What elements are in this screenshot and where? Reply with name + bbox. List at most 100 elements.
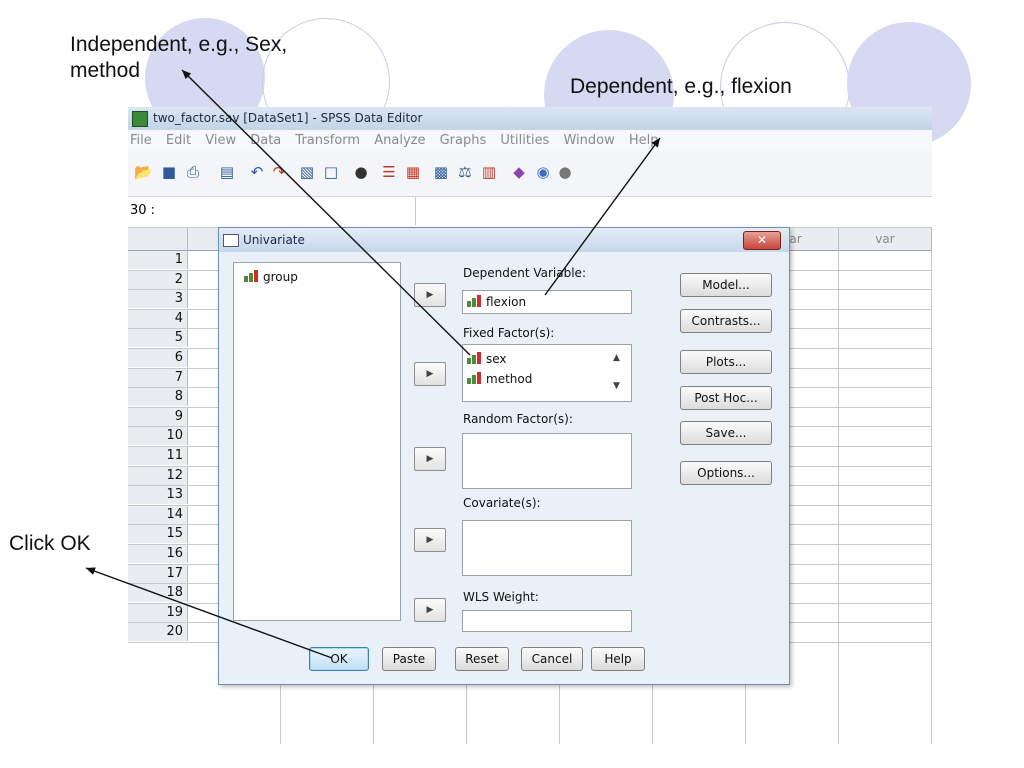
annotation-independent-line1: Independent, e.g., Sex, bbox=[70, 33, 288, 56]
dependent-variable-field[interactable]: flexion bbox=[462, 290, 632, 314]
nominal-variable-icon bbox=[467, 352, 483, 364]
show-all-icon[interactable]: ● bbox=[556, 163, 574, 181]
menu-data[interactable]: Data bbox=[250, 130, 281, 151]
row-number[interactable]: 14 bbox=[128, 505, 188, 524]
open-folder-icon[interactable]: 📂 bbox=[134, 163, 153, 181]
split-file-icon[interactable]: ▩ bbox=[432, 163, 450, 181]
row-number[interactable]: 18 bbox=[128, 584, 188, 603]
menu-transform[interactable]: Transform bbox=[295, 130, 360, 151]
window-titlebar: two_factor.sav [DataSet1] - SPSS Data Ed… bbox=[128, 107, 932, 130]
fixed-factors-list[interactable]: sex method ▲ ▼ bbox=[462, 344, 632, 402]
toolbar: 📂 ■ ⎙ ▤ ↶ ↷ ▧ □ ● ☰ ▦ ▩ ⚖ ▥ ◆ ◉ ● bbox=[128, 151, 932, 197]
plots-button[interactable]: Plots... bbox=[680, 350, 772, 374]
help-button[interactable]: Help bbox=[591, 647, 645, 671]
fixed-factor-item-method[interactable]: method bbox=[467, 371, 532, 387]
source-variable-list[interactable]: group bbox=[233, 262, 401, 621]
dialog-close-button[interactable]: ✕ bbox=[743, 231, 781, 250]
dialog-titlebar: Univariate ✕ bbox=[219, 228, 789, 252]
weight-cases-icon[interactable]: ⚖ bbox=[456, 163, 474, 181]
paste-button[interactable]: Paste bbox=[382, 647, 436, 671]
fixed-factors-label: Fixed Factor(s): bbox=[463, 326, 555, 340]
row-number[interactable]: 12 bbox=[128, 466, 188, 485]
menu-graphs[interactable]: Graphs bbox=[440, 130, 487, 151]
fixed-factor-item-sex[interactable]: sex bbox=[467, 351, 507, 367]
col-header-var[interactable]: var bbox=[839, 228, 932, 251]
value-labels-icon[interactable]: ◆ bbox=[510, 163, 528, 181]
dependent-variable-item[interactable]: flexion bbox=[467, 294, 526, 310]
menu-file[interactable]: File bbox=[130, 130, 152, 151]
goto-case-icon[interactable]: ▧ bbox=[298, 163, 316, 181]
menu-analyze[interactable]: Analyze bbox=[374, 130, 425, 151]
row-number[interactable]: 6 bbox=[128, 349, 188, 367]
row-number[interactable]: 13 bbox=[128, 486, 188, 505]
move-to-covariate-button[interactable]: ▶ bbox=[414, 528, 446, 552]
select-cases-icon[interactable]: ▥ bbox=[480, 163, 498, 181]
variable-item-group[interactable]: group bbox=[244, 269, 298, 285]
row-number[interactable]: 20 bbox=[128, 623, 188, 642]
covariates-list[interactable] bbox=[462, 520, 632, 576]
variables-icon[interactable]: □ bbox=[322, 163, 340, 181]
save-button[interactable]: Save... bbox=[680, 421, 772, 445]
row-number[interactable]: 10 bbox=[128, 427, 188, 446]
model-button[interactable]: Model... bbox=[680, 273, 772, 297]
post-hoc-button[interactable]: Post Hoc... bbox=[680, 386, 772, 410]
row-number[interactable]: 1 bbox=[128, 251, 188, 269]
annotation-dependent: Dependent, e.g., flexion bbox=[570, 75, 792, 98]
undo-icon[interactable]: ↶ bbox=[248, 163, 266, 181]
move-to-fixed-button[interactable]: ▶ bbox=[414, 362, 446, 386]
row-number[interactable]: 19 bbox=[128, 603, 188, 622]
col-divider bbox=[931, 250, 932, 744]
row-number[interactable]: 4 bbox=[128, 309, 188, 328]
row-number[interactable]: 17 bbox=[128, 564, 188, 583]
redo-icon[interactable]: ↷ bbox=[270, 163, 288, 181]
options-button[interactable]: Options... bbox=[680, 461, 772, 485]
random-factors-list[interactable] bbox=[462, 433, 632, 489]
row-number[interactable]: 15 bbox=[128, 525, 188, 544]
cancel-button[interactable]: Cancel bbox=[521, 647, 583, 671]
move-to-random-button[interactable]: ▶ bbox=[414, 447, 446, 471]
scroll-down-icon[interactable]: ▼ bbox=[613, 381, 620, 391]
nominal-variable-icon bbox=[244, 270, 260, 282]
fixed-factor-name: sex bbox=[486, 352, 507, 366]
univariate-dialog: Univariate ✕ group ▶ ▶ ▶ ▶ ▶ Dependent V… bbox=[218, 227, 790, 685]
wls-weight-field[interactable] bbox=[462, 610, 632, 632]
use-sets-icon[interactable]: ◉ bbox=[534, 163, 552, 181]
row-number[interactable]: 7 bbox=[128, 368, 188, 387]
covariates-label: Covariate(s): bbox=[463, 496, 541, 510]
menu-help[interactable]: Help bbox=[629, 130, 659, 151]
dialog-recall-icon[interactable]: ▤ bbox=[218, 163, 236, 181]
row-number[interactable]: 8 bbox=[128, 388, 188, 407]
row-number[interactable]: 11 bbox=[128, 447, 188, 465]
move-to-dependent-button[interactable]: ▶ bbox=[414, 283, 446, 307]
row-number[interactable]: 3 bbox=[128, 290, 188, 309]
menubar: File Edit View Data Transform Analyze Gr… bbox=[128, 130, 932, 151]
menu-view[interactable]: View bbox=[205, 130, 236, 151]
row-number[interactable]: 2 bbox=[128, 270, 188, 289]
ok-button[interactable]: OK bbox=[309, 647, 369, 671]
print-icon[interactable]: ⎙ bbox=[184, 163, 202, 181]
save-icon[interactable]: ■ bbox=[160, 163, 178, 181]
insert-cases-icon[interactable]: ☰ bbox=[380, 163, 398, 181]
contrasts-button[interactable]: Contrasts... bbox=[680, 309, 772, 333]
find-icon[interactable]: ● bbox=[352, 163, 370, 181]
annotation-independent-line2: method bbox=[70, 59, 141, 82]
reset-button[interactable]: Reset bbox=[455, 647, 509, 671]
insert-variable-icon[interactable]: ▦ bbox=[404, 163, 422, 181]
spss-data-editor-window: two_factor.sav [DataSet1] - SPSS Data Ed… bbox=[128, 107, 932, 744]
col-divider bbox=[838, 250, 839, 744]
menu-utilities[interactable]: Utilities bbox=[500, 130, 549, 151]
row-number[interactable]: 5 bbox=[128, 329, 188, 348]
row-header-corner bbox=[128, 228, 188, 251]
menu-edit[interactable]: Edit bbox=[166, 130, 191, 151]
wls-weight-label: WLS Weight: bbox=[463, 590, 539, 604]
menu-window[interactable]: Window bbox=[563, 130, 614, 151]
row-number[interactable]: 16 bbox=[128, 545, 188, 563]
scale-variable-icon bbox=[467, 295, 483, 307]
row-number[interactable]: 9 bbox=[128, 407, 188, 426]
random-factors-label: Random Factor(s): bbox=[463, 412, 573, 426]
move-to-wls-button[interactable]: ▶ bbox=[414, 598, 446, 622]
scroll-up-icon[interactable]: ▲ bbox=[613, 353, 620, 363]
dependent-variable-label: Dependent Variable: bbox=[463, 266, 586, 280]
variable-name: group bbox=[263, 270, 298, 284]
dialog-title: Univariate bbox=[243, 233, 305, 247]
